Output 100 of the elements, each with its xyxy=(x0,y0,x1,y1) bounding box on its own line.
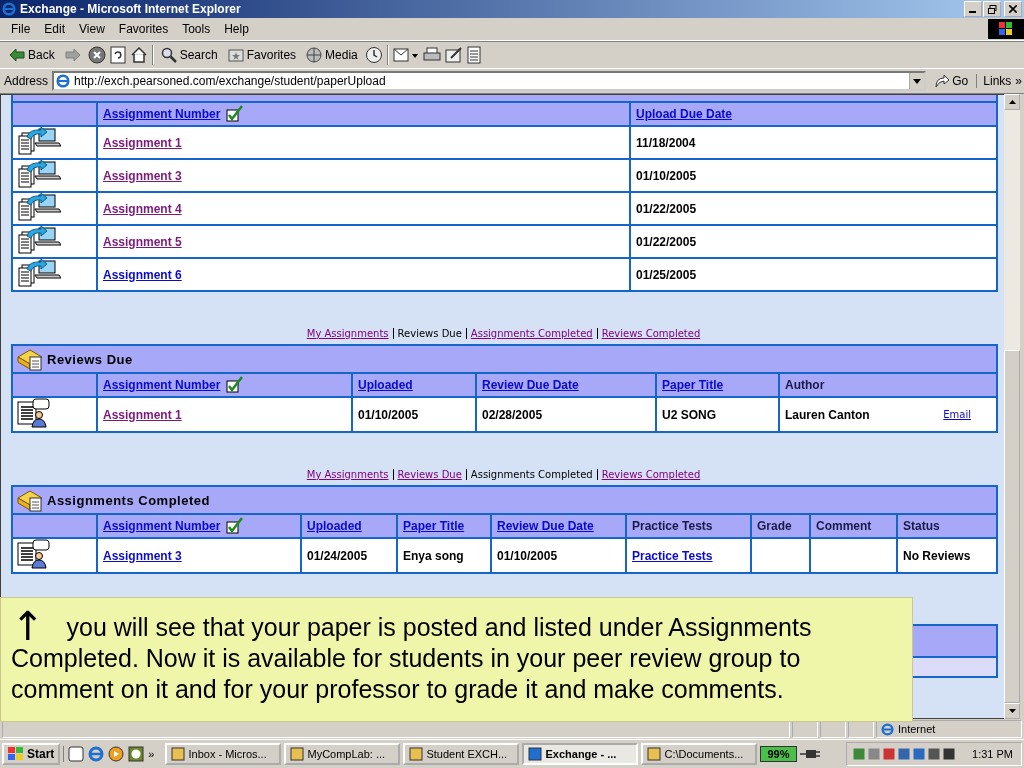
column-sort-link[interactable]: Assignment Number xyxy=(103,107,221,121)
caret-icon xyxy=(913,78,922,84)
nav-link[interactable]: Assignments Completed xyxy=(470,327,593,339)
email-link[interactable]: Email xyxy=(943,409,971,420)
refresh-icon[interactable] xyxy=(109,46,126,64)
table-cell: 01/10/2005 xyxy=(497,548,558,563)
tray-icon[interactable] xyxy=(943,747,956,761)
address-field[interactable]: http://exch.pearsoned.com/exchange/student/paperUpload xyxy=(52,71,927,91)
desktop-icon[interactable] xyxy=(68,746,85,762)
history-icon[interactable] xyxy=(364,46,383,64)
table-cell: Lauren Canton xyxy=(785,407,870,422)
section-title: Reviews Due xyxy=(47,351,133,367)
go-button[interactable]: Go xyxy=(930,74,973,88)
scroll-down-icon[interactable] xyxy=(1008,709,1016,713)
app-icon xyxy=(409,747,424,761)
taskbar-button[interactable]: Student EXCH... xyxy=(403,743,520,765)
close-button[interactable] xyxy=(1004,1,1022,17)
nav-link[interactable]: Reviews Completed xyxy=(601,468,701,480)
media-button[interactable]: Media xyxy=(303,45,361,65)
app-icon xyxy=(647,747,662,761)
chevron-button[interactable]: » xyxy=(1015,74,1022,88)
column-header: Practice Tests xyxy=(632,519,713,533)
address-label: Address xyxy=(4,74,49,88)
app-icon xyxy=(171,747,186,761)
menu-item[interactable]: File xyxy=(4,20,38,38)
home-icon[interactable] xyxy=(129,46,148,64)
column-header: Grade xyxy=(757,519,792,533)
printer-icon[interactable] xyxy=(422,47,441,63)
upload-document-icon xyxy=(17,127,61,155)
dropdown-button[interactable] xyxy=(909,73,925,89)
column-header: Author xyxy=(785,378,825,392)
taskbar-button[interactable]: Exchange - ... xyxy=(522,743,639,765)
nav-link[interactable]: Reviews Completed xyxy=(601,327,701,339)
back-button[interactable]: Back xyxy=(6,46,58,64)
forward-arrow-icon xyxy=(64,48,81,62)
table-link[interactable]: Assignment 6 xyxy=(103,267,182,282)
tray-icon[interactable] xyxy=(898,747,911,761)
more-button[interactable]: » xyxy=(148,748,155,760)
column-sort-link[interactable]: Upload Due Date xyxy=(636,107,732,121)
start-button[interactable]: Start xyxy=(2,743,61,765)
globe-icon xyxy=(881,722,894,736)
table-link[interactable]: Assignment 3 xyxy=(103,548,182,563)
ie-logo-icon xyxy=(2,2,16,16)
search-button[interactable]: Search xyxy=(157,45,221,65)
plug-icon xyxy=(799,748,820,760)
table-cell: No Reviews xyxy=(903,548,971,563)
document-icon[interactable] xyxy=(466,46,481,64)
assignment-link[interactable]: Assignment 1 xyxy=(103,135,182,150)
assignment-link[interactable]: Assignment 4 xyxy=(103,201,182,216)
tray-icon[interactable] xyxy=(928,747,941,761)
windows-logo-icon xyxy=(8,747,24,761)
star-folder-icon xyxy=(227,48,244,62)
assignment-link[interactable]: Assignment 3 xyxy=(103,168,182,183)
menu-item[interactable]: Favorites xyxy=(111,20,176,38)
tray-icon[interactable] xyxy=(913,747,926,761)
globe-icon xyxy=(306,47,323,63)
book-icon xyxy=(16,488,44,512)
windows-logo-icon xyxy=(988,19,1024,39)
nav-tab[interactable]: Reviews Due xyxy=(397,327,462,339)
upload-document-icon xyxy=(17,226,61,254)
media-player-icon[interactable] xyxy=(108,746,125,762)
assignment-link[interactable]: Assignment 1 xyxy=(103,407,182,422)
back-arrow-icon xyxy=(9,48,25,62)
scroll-up-icon[interactable] xyxy=(1008,100,1016,104)
mail-icon[interactable] xyxy=(392,46,419,64)
nav-tab[interactable]: Assignments Completed xyxy=(470,468,593,480)
restore-button[interactable] xyxy=(983,1,1001,17)
nav-link[interactable]: Reviews Due xyxy=(397,468,462,480)
stop-icon[interactable] xyxy=(87,46,106,64)
close-icon xyxy=(1009,5,1017,13)
table-cell: 01/22/2005 xyxy=(636,201,697,216)
upload-document-icon xyxy=(17,259,61,287)
clock-icon[interactable] xyxy=(128,746,145,762)
minimize-button[interactable] xyxy=(964,1,982,17)
menu-item[interactable]: View xyxy=(72,20,112,38)
edit-icon[interactable] xyxy=(444,47,463,63)
menu-item[interactable]: Help xyxy=(217,20,256,38)
menu-item[interactable]: Tools xyxy=(175,20,218,38)
page-icon xyxy=(56,74,71,88)
table-cell: 02/28/2005 xyxy=(482,407,543,422)
nav-link[interactable]: My Assignments xyxy=(306,468,389,480)
clock: 1:31 PM xyxy=(972,748,1013,760)
review-document-icon xyxy=(17,398,53,428)
scrollbar[interactable] xyxy=(1004,94,1020,719)
taskbar-button[interactable]: Inbox - Micros... xyxy=(165,743,282,765)
menu-item[interactable]: Edit xyxy=(37,20,73,38)
table-cell: 01/10/2005 xyxy=(636,168,697,183)
table-cell: Enya song xyxy=(403,548,464,563)
section-title: Assignments Completed xyxy=(47,492,210,508)
taskbar-button[interactable]: C:\Documents... xyxy=(641,743,758,765)
zone-label: Internet xyxy=(898,723,936,735)
assignment-link[interactable]: Assignment 5 xyxy=(103,234,182,249)
app-icon xyxy=(290,747,305,761)
favorites-button[interactable]: Favorites xyxy=(224,46,300,64)
restore-icon xyxy=(987,4,997,14)
links-button[interactable]: Links xyxy=(983,74,1012,88)
taskbar-button[interactable]: MyCompLab: ... xyxy=(284,743,401,765)
column-header: Status xyxy=(903,519,940,533)
nav-link[interactable]: My Assignments xyxy=(306,327,389,339)
table-cell: U2 SONG xyxy=(662,407,716,422)
